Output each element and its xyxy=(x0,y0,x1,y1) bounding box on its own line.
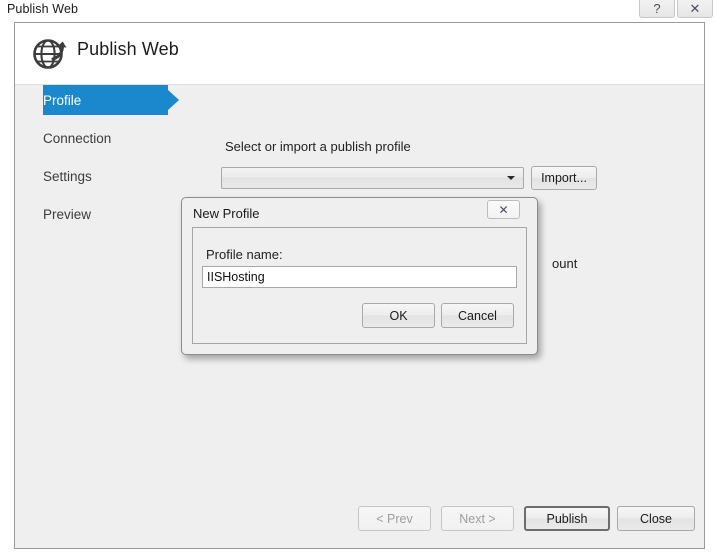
sidebar-item-connection[interactable]: Connection xyxy=(15,123,205,153)
cancel-button[interactable]: Cancel xyxy=(441,303,514,328)
sidebar-item-label: Profile xyxy=(43,92,82,108)
dialog-close-button[interactable]: ✕ xyxy=(487,200,520,219)
os-title-bar: Publish Web ? ✕ xyxy=(0,0,716,21)
sidebar-selection-arrow-icon xyxy=(168,90,179,110)
publish-profile-dropdown[interactable] xyxy=(221,167,524,189)
close-button[interactable]: Close xyxy=(617,506,695,531)
prev-button[interactable]: < Prev xyxy=(358,506,431,531)
sidebar-item-profile[interactable]: Profile xyxy=(15,85,205,115)
sidebar-item-label: Connection xyxy=(43,130,112,146)
question-mark-icon: ? xyxy=(653,1,661,16)
next-button[interactable]: Next > xyxy=(441,506,514,531)
content-heading: Select or import a publish profile xyxy=(225,139,411,154)
close-icon: ✕ xyxy=(689,1,701,16)
window-header: Publish Web xyxy=(15,23,704,85)
sidebar-item-preview[interactable]: Preview xyxy=(15,199,205,229)
chevron-down-icon xyxy=(507,176,515,180)
globe-publish-icon xyxy=(33,39,67,69)
window-close-button[interactable]: ✕ xyxy=(677,0,713,18)
footer-button-bar: < Prev Next > Publish Close xyxy=(15,496,704,548)
help-button[interactable]: ? xyxy=(639,0,675,18)
page-title: Publish Web xyxy=(77,39,179,59)
sidebar: Profile Connection Settings Preview xyxy=(15,85,205,237)
publish-button[interactable]: Publish xyxy=(524,506,610,531)
profile-name-label: Profile name: xyxy=(206,247,283,262)
sidebar-item-label: Settings xyxy=(43,168,92,184)
close-icon: ✕ xyxy=(498,203,509,217)
sidebar-item-label: Preview xyxy=(43,206,92,222)
ok-button[interactable]: OK xyxy=(362,303,435,328)
dialog-title: New Profile xyxy=(193,206,260,221)
sidebar-item-settings[interactable]: Settings xyxy=(15,161,205,191)
obscured-account-text: ount xyxy=(552,256,578,271)
import-button[interactable]: Import... xyxy=(531,166,597,190)
new-profile-dialog: New Profile ✕ Profile name: OK Cancel xyxy=(181,197,538,355)
os-window-title: Publish Web xyxy=(7,2,79,16)
profile-name-input[interactable] xyxy=(202,266,517,288)
